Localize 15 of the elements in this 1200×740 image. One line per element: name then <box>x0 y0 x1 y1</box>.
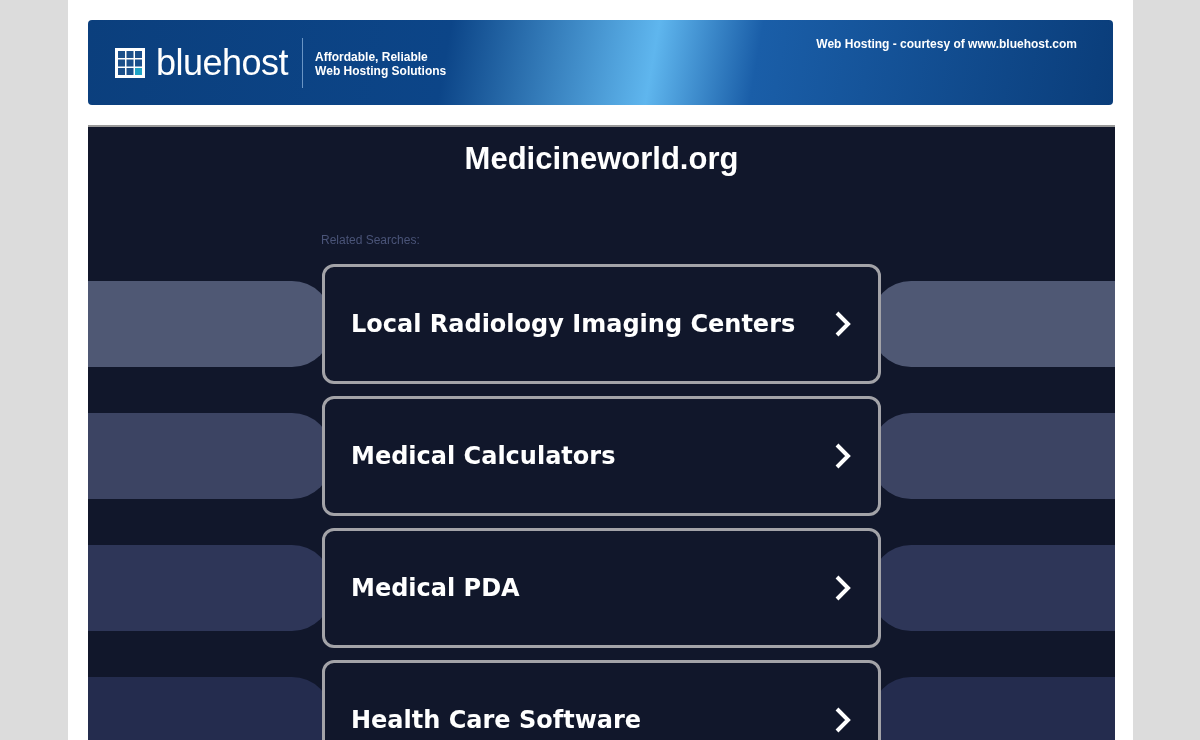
site-title: Medicineworld.org <box>463 140 740 177</box>
tagline-text: Web Hosting Solutions <box>315 63 447 78</box>
grid-logo-icon <box>114 46 146 79</box>
tagline-text: Affordable, Reliable <box>315 49 429 64</box>
chevron-right-icon <box>834 574 852 602</box>
search-link[interactable]: Medical PDA <box>322 528 881 648</box>
chevron-right-icon <box>834 442 852 470</box>
logo-wordmark: bluehost <box>156 41 289 84</box>
related-searches-label: Related Searches: <box>321 233 421 247</box>
search-link[interactable]: Medical Calculators <box>322 396 881 516</box>
courtesy-text: Web Hosting - courtesy of www.bluehost.com <box>816 37 1077 51</box>
chevron-right-icon <box>834 310 852 338</box>
search-link[interactable]: Local Radiology Imaging Centers <box>322 264 881 384</box>
search-link[interactable]: Health Care Software <box>322 660 881 740</box>
chevron-right-icon <box>834 706 852 734</box>
